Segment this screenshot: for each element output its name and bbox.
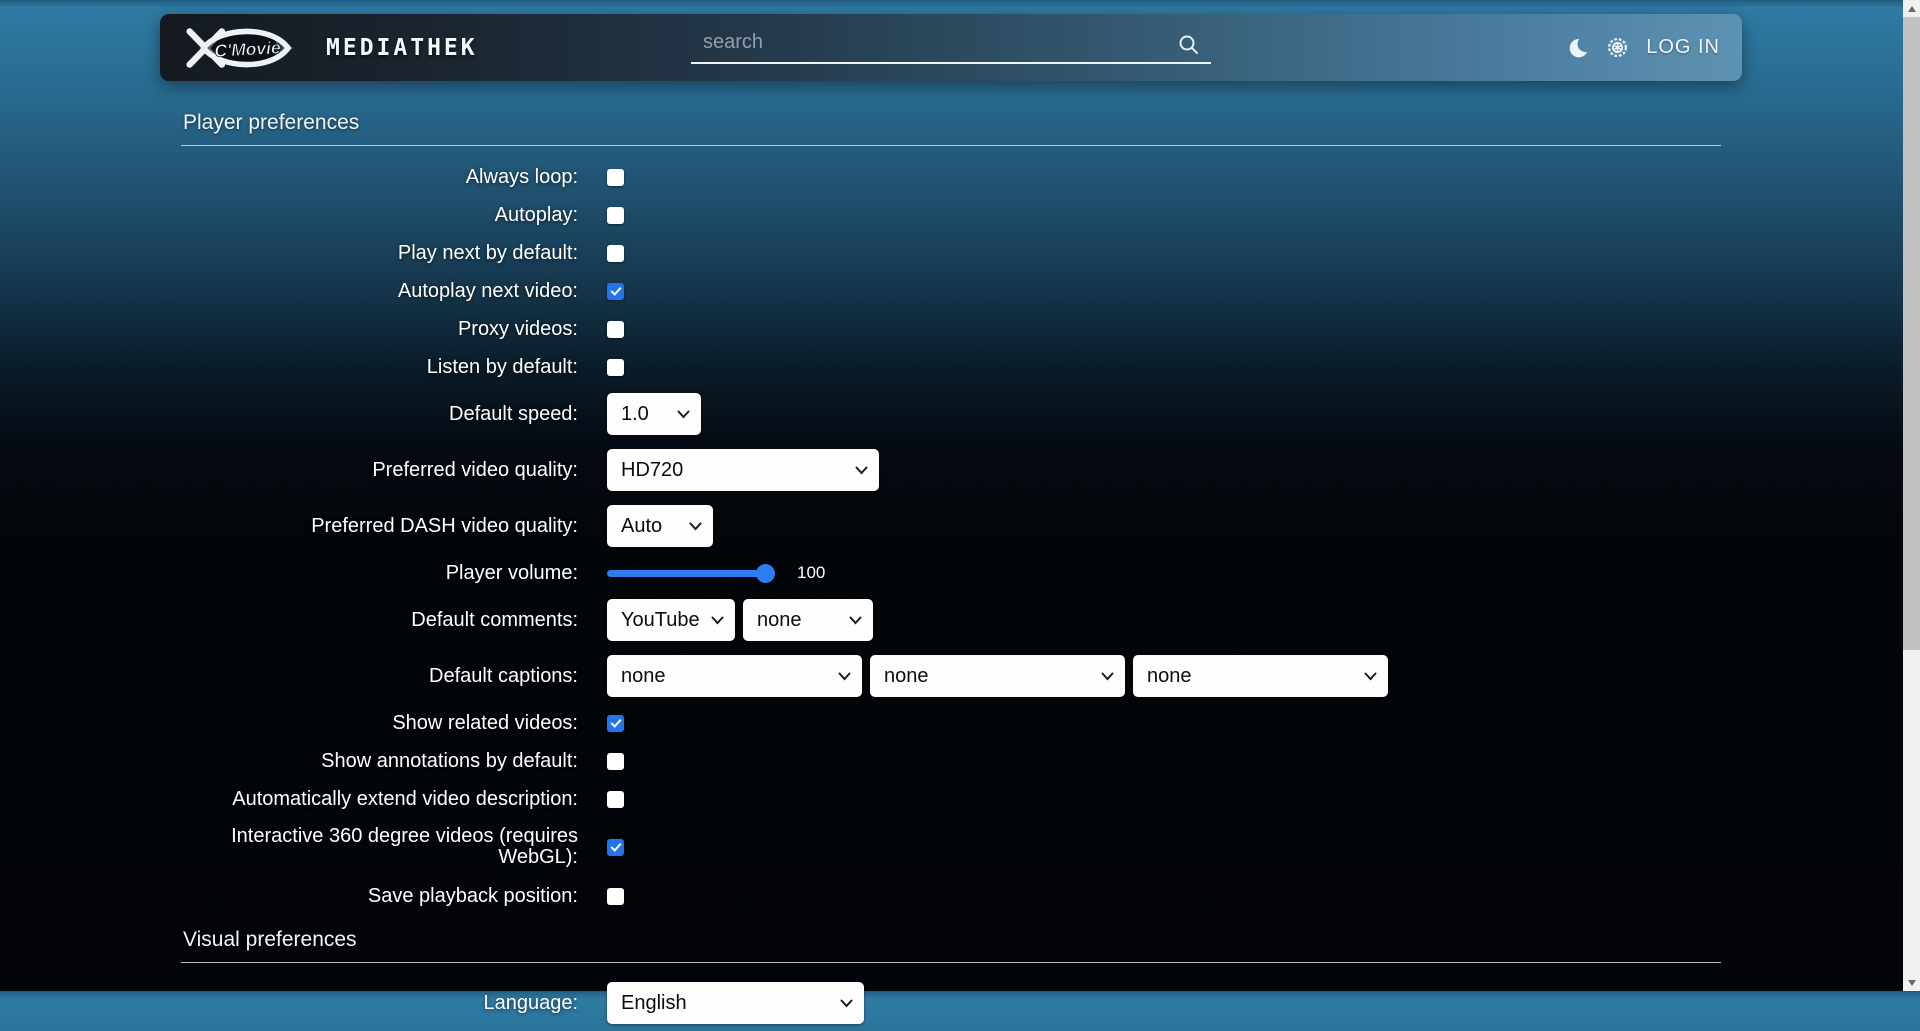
- login-link[interactable]: LOG IN: [1646, 36, 1720, 59]
- play-next-checkbox[interactable]: [607, 245, 624, 262]
- autoplay-next-video-label: Autoplay next video:: [181, 281, 578, 302]
- navbar-right: LOG IN: [1567, 14, 1720, 81]
- search-input[interactable]: [691, 26, 1211, 64]
- preferred-dash-quality-label: Preferred DASH video quality:: [181, 516, 578, 537]
- pref-row-proxy-videos: Proxy videos:: [181, 310, 1721, 348]
- listen-by-default-label: Listen by default:: [181, 357, 578, 378]
- always-loop-label: Always loop:: [181, 167, 578, 188]
- dark-mode-moon-icon[interactable]: [1567, 37, 1589, 59]
- section-title-player-preferences: Player preferences: [181, 81, 1721, 146]
- preferred-dash-quality-select[interactable]: Auto: [607, 505, 713, 547]
- pref-row-always-loop: Always loop:: [181, 158, 1721, 196]
- player-volume-label: Player volume:: [181, 563, 578, 584]
- autoplay-next-video-checkbox[interactable]: [607, 283, 624, 300]
- search-bar: [691, 26, 1211, 70]
- auto-extend-description-checkbox[interactable]: [607, 791, 624, 808]
- pref-row-autoplay: Autoplay:: [181, 196, 1721, 234]
- section-title-visual-preferences: Visual preferences: [181, 916, 1721, 963]
- pref-row-default-speed: Default speed: 1.0: [181, 386, 1721, 442]
- pref-row-listen-by-default: Listen by default:: [181, 348, 1721, 386]
- language-label: Language:: [181, 993, 578, 1014]
- auto-extend-description-label: Automatically extend video description:: [181, 789, 578, 810]
- proxy-videos-checkbox[interactable]: [607, 321, 624, 338]
- pref-row-interactive-360: Interactive 360 degree videos (requires …: [181, 818, 1721, 876]
- player-volume-slider[interactable]: [607, 570, 775, 577]
- pref-row-language: Language: English: [181, 975, 1721, 1031]
- scrollbar[interactable]: [1903, 0, 1920, 991]
- player-volume-value: 100: [797, 563, 825, 583]
- save-playback-position-checkbox[interactable]: [607, 888, 624, 905]
- show-annotations-checkbox[interactable]: [607, 753, 624, 770]
- default-captions-select-3[interactable]: none: [1133, 655, 1388, 697]
- scrollbar-down-button[interactable]: [1903, 974, 1920, 991]
- settings-gear-icon[interactable]: [1606, 36, 1629, 59]
- visual-preferences-rows: Language: English: [181, 975, 1721, 1031]
- scrollbar-thumb[interactable]: [1903, 17, 1920, 650]
- default-speed-select[interactable]: 1.0: [607, 393, 701, 435]
- show-annotations-label: Show annotations by default:: [181, 751, 578, 772]
- pref-row-play-next: Play next by default:: [181, 234, 1721, 272]
- pref-row-preferred-video-quality: Preferred video quality: HD720: [181, 442, 1721, 498]
- navbar: C'Movie MEDIATHEK LOG IN: [160, 14, 1742, 81]
- pref-row-default-comments: Default comments: YouTube none: [181, 592, 1721, 648]
- default-comments-mode-select[interactable]: none: [743, 599, 873, 641]
- always-loop-checkbox[interactable]: [607, 169, 624, 186]
- search-icon[interactable]: [1177, 33, 1201, 57]
- default-captions-select-2[interactable]: none: [870, 655, 1125, 697]
- brand-title: MEDIATHEK: [326, 35, 478, 61]
- pref-row-preferred-dash-quality: Preferred DASH video quality: Auto: [181, 498, 1721, 554]
- default-comments-source-select[interactable]: YouTube: [607, 599, 735, 641]
- play-next-label: Play next by default:: [181, 243, 578, 264]
- scrollbar-up-button[interactable]: [1903, 0, 1920, 17]
- listen-by-default-checkbox[interactable]: [607, 359, 624, 376]
- pref-row-show-related: Show related videos:: [181, 704, 1721, 742]
- pref-row-save-playback-position: Save playback position:: [181, 876, 1721, 916]
- autoplay-label: Autoplay:: [181, 205, 578, 226]
- interactive-360-label: Interactive 360 degree videos (requires …: [181, 826, 578, 868]
- scroll-down-arrow-icon: [1908, 980, 1916, 986]
- interactive-360-checkbox[interactable]: [607, 839, 624, 856]
- pref-row-player-volume: Player volume: 100: [181, 554, 1721, 592]
- show-related-label: Show related videos:: [181, 713, 578, 734]
- proxy-videos-label: Proxy videos:: [181, 319, 578, 340]
- pref-row-show-annotations: Show annotations by default:: [181, 742, 1721, 780]
- pref-row-autoplay-next-video: Autoplay next video:: [181, 272, 1721, 310]
- preferences-page: Player preferences Always loop: Autoplay…: [181, 81, 1721, 1031]
- brand[interactable]: C'Movie MEDIATHEK: [180, 25, 478, 71]
- default-captions-select-1[interactable]: none: [607, 655, 862, 697]
- preferred-video-quality-label: Preferred video quality:: [181, 460, 578, 481]
- default-comments-label: Default comments:: [181, 610, 578, 631]
- default-captions-label: Default captions:: [181, 666, 578, 687]
- default-speed-label: Default speed:: [181, 404, 578, 425]
- logo-text: C'Movie: [214, 37, 282, 60]
- language-select[interactable]: English: [607, 982, 864, 1024]
- scroll-up-arrow-icon: [1908, 6, 1916, 12]
- preferred-video-quality-select[interactable]: HD720: [607, 449, 879, 491]
- pref-row-default-captions: Default captions: none none none: [181, 648, 1721, 704]
- show-related-checkbox[interactable]: [607, 715, 624, 732]
- pref-row-auto-extend-description: Automatically extend video description:: [181, 780, 1721, 818]
- save-playback-position-label: Save playback position:: [181, 886, 578, 907]
- autoplay-checkbox[interactable]: [607, 207, 624, 224]
- player-preferences-rows: Always loop: Autoplay: Play next by defa…: [181, 158, 1721, 916]
- app-logo-fish-icon: C'Movie: [180, 25, 306, 71]
